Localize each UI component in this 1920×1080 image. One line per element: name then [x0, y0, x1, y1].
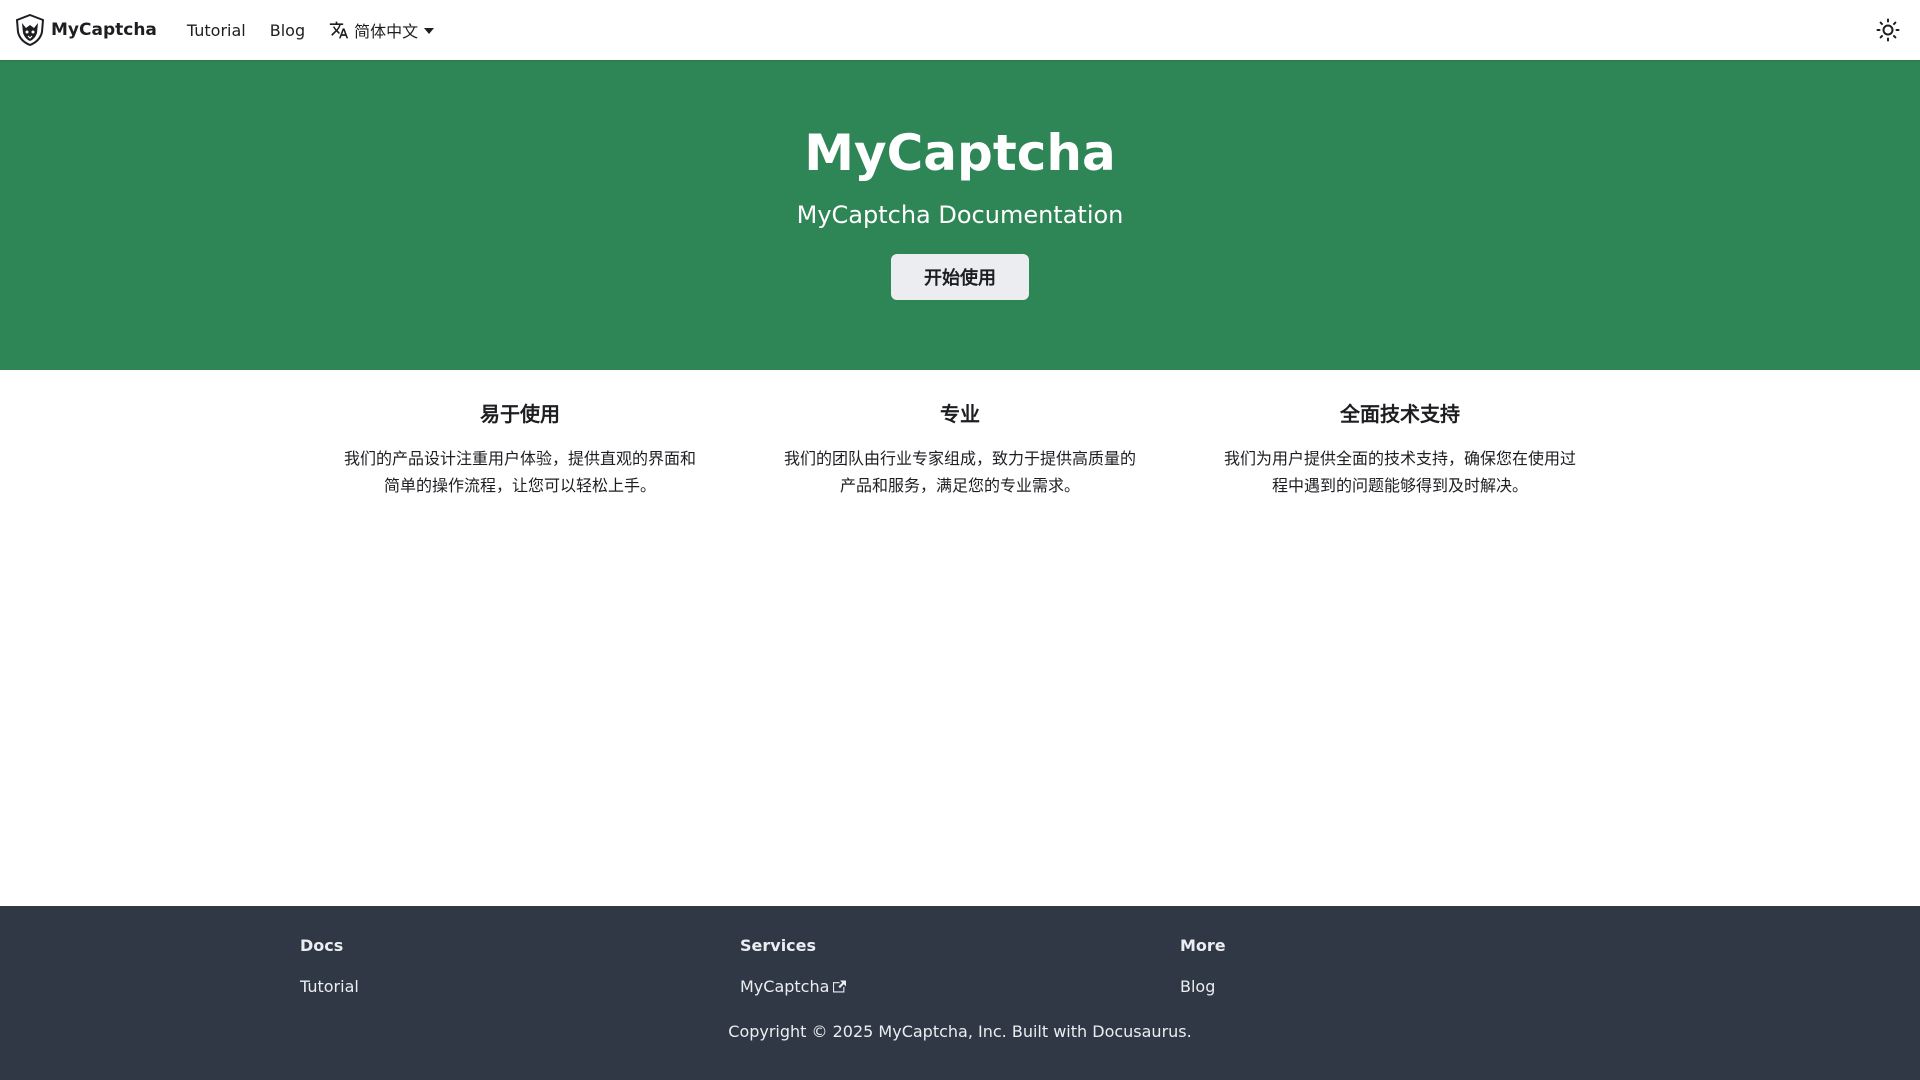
external-link-icon [833, 980, 847, 993]
feature-description: 我们为用户提供全面的技术支持，确保您在使用过程中遇到的问题能够得到及时解决。 [1223, 449, 1576, 495]
get-started-button[interactable]: 开始使用 [891, 253, 1029, 300]
logo-icon [15, 14, 45, 46]
navbar: MyCaptcha Tutorial Blog 简体中文 [0, 0, 1920, 60]
feature-title: 易于使用 [480, 402, 560, 426]
nav-link-blog[interactable]: Blog [258, 21, 317, 40]
feature-title: 全面技术支持 [1340, 402, 1460, 426]
hero-subtitle: MyCaptcha Documentation [796, 201, 1124, 229]
translate-icon [329, 20, 349, 40]
brand-title: MyCaptcha [51, 20, 157, 40]
copyright-text: Copyright © 2025 MyCaptcha, Inc. Built w… [728, 1022, 1192, 1041]
footer-link-mycaptcha[interactable]: MyCaptcha [740, 977, 847, 996]
caret-down-icon [424, 28, 435, 34]
footer-col-services: Services MyCaptcha [740, 936, 1180, 996]
footer-columns: Docs Tutorial Services MyCaptcha More Bl… [300, 936, 1620, 996]
footer-link-tutorial[interactable]: Tutorial [300, 977, 359, 996]
sun-icon [1876, 18, 1900, 42]
footer-col-title: Services [740, 936, 817, 955]
hero-title: MyCaptcha [804, 124, 1116, 182]
footer: Docs Tutorial Services MyCaptcha More Bl… [0, 906, 1920, 1080]
feature-easy-to-use: 易于使用 我们的产品设计注重用户体验，提供直观的界面和简单的操作流程，让您可以轻… [300, 402, 740, 906]
footer-link-blog[interactable]: Blog [1180, 977, 1215, 996]
theme-toggle-button[interactable] [1872, 14, 1904, 46]
feature-tech-support: 全面技术支持 我们为用户提供全面的技术支持，确保您在使用过程中遇到的问题能够得到… [1180, 402, 1620, 906]
feature-description: 我们的产品设计注重用户体验，提供直观的界面和简单的操作流程，让您可以轻松上手。 [343, 449, 696, 495]
hero-banner: MyCaptcha MyCaptcha Documentation 开始使用 [0, 60, 1920, 370]
nav-link-tutorial[interactable]: Tutorial [175, 21, 258, 40]
footer-col-title: More [1180, 936, 1226, 955]
feature-professional: 专业 我们的团队由行业专家组成，致力于提供高质量的产品和服务，满足您的专业需求。 [740, 402, 1180, 906]
feature-description: 我们的团队由行业专家组成，致力于提供高质量的产品和服务，满足您的专业需求。 [783, 449, 1136, 495]
language-label: 简体中文 [354, 22, 419, 41]
footer-col-more: More Blog [1180, 936, 1620, 996]
footer-link-label: MyCaptcha [740, 977, 830, 996]
language-dropdown[interactable]: 简体中文 [317, 18, 446, 42]
feature-title: 专业 [940, 402, 980, 426]
features-section: 易于使用 我们的产品设计注重用户体验，提供直观的界面和简单的操作流程，让您可以轻… [0, 370, 1920, 906]
footer-col-docs: Docs Tutorial [300, 936, 740, 996]
footer-col-title: Docs [300, 936, 344, 955]
brand-home-link[interactable]: MyCaptcha [15, 14, 157, 46]
footer-link-label: Blog [1180, 977, 1216, 996]
footer-link-label: Tutorial [300, 977, 359, 996]
